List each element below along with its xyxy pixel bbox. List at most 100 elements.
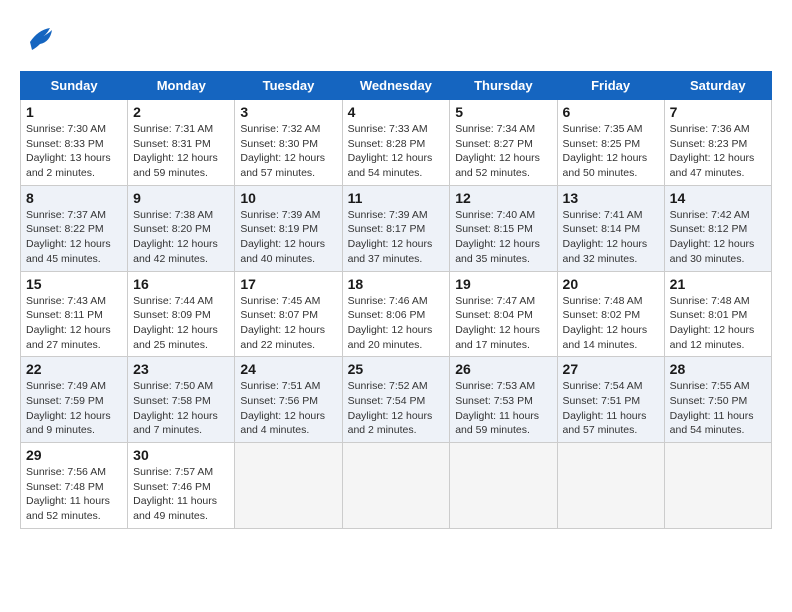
day-number: 17 [240, 276, 336, 292]
day-number: 22 [26, 361, 122, 377]
day-number: 5 [455, 104, 551, 120]
day-number: 12 [455, 190, 551, 206]
day-number: 11 [348, 190, 445, 206]
day-number: 25 [348, 361, 445, 377]
calendar-week-row: 29Sunrise: 7:56 AMSunset: 7:48 PMDayligh… [21, 443, 772, 529]
day-info: Sunrise: 7:46 AMSunset: 8:06 PMDaylight:… [348, 294, 445, 353]
day-info: Sunrise: 7:52 AMSunset: 7:54 PMDaylight:… [348, 379, 445, 438]
calendar-day-cell: 2 Sunrise: 7:31 AMSunset: 8:31 PMDaylight… [128, 100, 235, 186]
page-header [20, 20, 772, 61]
day-info: Sunrise: 7:31 AMSunset: 8:31 PMDaylight:… [133, 122, 229, 181]
day-info: Sunrise: 7:48 AMSunset: 8:01 PMDaylight:… [670, 294, 766, 353]
calendar-day-cell: 8 Sunrise: 7:37 AMSunset: 8:22 PMDaylight… [21, 185, 128, 271]
day-number: 15 [26, 276, 122, 292]
calendar-day-cell: 25 Sunrise: 7:52 AMSunset: 7:54 PMDayligh… [342, 357, 450, 443]
day-info: Sunrise: 7:53 AMSunset: 7:53 PMDaylight:… [455, 379, 551, 438]
day-number: 16 [133, 276, 229, 292]
day-info: Sunrise: 7:39 AMSunset: 8:17 PMDaylight:… [348, 208, 445, 267]
day-number: 23 [133, 361, 229, 377]
calendar-day-cell: 1 Sunrise: 7:30 AMSunset: 8:33 PMDaylight… [21, 100, 128, 186]
day-info: Sunrise: 7:57 AMSunset: 7:46 PMDaylight:… [133, 465, 229, 524]
day-number: 2 [133, 104, 229, 120]
calendar-day-cell [557, 443, 664, 529]
day-number: 14 [670, 190, 766, 206]
day-info: Sunrise: 7:30 AMSunset: 8:33 PMDaylight:… [26, 122, 122, 181]
calendar-day-cell: 17 Sunrise: 7:45 AMSunset: 8:07 PMDayligh… [235, 271, 342, 357]
day-number: 7 [670, 104, 766, 120]
calendar-day-cell: 13 Sunrise: 7:41 AMSunset: 8:14 PMDayligh… [557, 185, 664, 271]
calendar-day-cell: 24 Sunrise: 7:51 AMSunset: 7:56 PMDayligh… [235, 357, 342, 443]
day-info: Sunrise: 7:41 AMSunset: 8:14 PMDaylight:… [563, 208, 659, 267]
calendar-day-cell: 10 Sunrise: 7:39 AMSunset: 8:19 PMDayligh… [235, 185, 342, 271]
day-number: 18 [348, 276, 445, 292]
calendar-week-row: 22 Sunrise: 7:49 AMSunset: 7:59 PMDayligh… [21, 357, 772, 443]
calendar-header-row: Sunday Monday Tuesday Wednesday Thursday… [21, 72, 772, 100]
day-info: Sunrise: 7:47 AMSunset: 8:04 PMDaylight:… [455, 294, 551, 353]
calendar-day-cell: 23Sunrise: 7:50 AMSunset: 7:58 PMDayligh… [128, 357, 235, 443]
day-info: Sunrise: 7:49 AMSunset: 7:59 PMDaylight:… [26, 379, 122, 438]
day-number: 4 [348, 104, 445, 120]
day-number: 8 [26, 190, 122, 206]
day-info: Sunrise: 7:45 AMSunset: 8:07 PMDaylight:… [240, 294, 336, 353]
calendar-day-cell: 16 Sunrise: 7:44 AMSunset: 8:09 PMDayligh… [128, 271, 235, 357]
day-info: Sunrise: 7:39 AMSunset: 8:19 PMDaylight:… [240, 208, 336, 267]
calendar-day-cell: 26 Sunrise: 7:53 AMSunset: 7:53 PMDayligh… [450, 357, 557, 443]
calendar-day-cell: 9Sunrise: 7:38 AMSunset: 8:20 PMDaylight… [128, 185, 235, 271]
calendar-day-cell [664, 443, 771, 529]
day-number: 27 [563, 361, 659, 377]
day-number: 21 [670, 276, 766, 292]
calendar-day-cell: 14 Sunrise: 7:42 AMSunset: 8:12 PMDayligh… [664, 185, 771, 271]
calendar-day-cell [235, 443, 342, 529]
day-info: Sunrise: 7:51 AMSunset: 7:56 PMDaylight:… [240, 379, 336, 438]
calendar-day-cell: 5 Sunrise: 7:34 AMSunset: 8:27 PMDaylight… [450, 100, 557, 186]
day-info: Sunrise: 7:56 AMSunset: 7:48 PMDaylight:… [26, 465, 122, 524]
calendar-day-cell: 6Sunrise: 7:35 AMSunset: 8:25 PMDaylight… [557, 100, 664, 186]
day-number: 26 [455, 361, 551, 377]
calendar-day-cell: 28 Sunrise: 7:55 AMSunset: 7:50 PMDayligh… [664, 357, 771, 443]
header-monday: Monday [128, 72, 235, 100]
day-info: Sunrise: 7:40 AMSunset: 8:15 PMDaylight:… [455, 208, 551, 267]
calendar-day-cell: 12 Sunrise: 7:40 AMSunset: 8:15 PMDayligh… [450, 185, 557, 271]
calendar-day-cell: 18 Sunrise: 7:46 AMSunset: 8:06 PMDayligh… [342, 271, 450, 357]
day-number: 13 [563, 190, 659, 206]
calendar-day-cell: 19 Sunrise: 7:47 AMSunset: 8:04 PMDayligh… [450, 271, 557, 357]
day-info: Sunrise: 7:34 AMSunset: 8:27 PMDaylight:… [455, 122, 551, 181]
calendar-week-row: 1 Sunrise: 7:30 AMSunset: 8:33 PMDaylight… [21, 100, 772, 186]
header-saturday: Saturday [664, 72, 771, 100]
calendar-day-cell: 15 Sunrise: 7:43 AMSunset: 8:11 PMDayligh… [21, 271, 128, 357]
day-info: Sunrise: 7:36 AMSunset: 8:23 PMDaylight:… [670, 122, 766, 181]
header-thursday: Thursday [450, 72, 557, 100]
calendar-day-cell: 11 Sunrise: 7:39 AMSunset: 8:17 PMDayligh… [342, 185, 450, 271]
day-number: 28 [670, 361, 766, 377]
calendar-day-cell: 4 Sunrise: 7:33 AMSunset: 8:28 PMDaylight… [342, 100, 450, 186]
calendar-day-cell: 3Sunrise: 7:32 AMSunset: 8:30 PMDaylight… [235, 100, 342, 186]
day-number: 19 [455, 276, 551, 292]
calendar-week-row: 15 Sunrise: 7:43 AMSunset: 8:11 PMDayligh… [21, 271, 772, 357]
day-number: 6 [563, 104, 659, 120]
header-wednesday: Wednesday [342, 72, 450, 100]
day-number: 20 [563, 276, 659, 292]
day-number: 24 [240, 361, 336, 377]
day-number: 30 [133, 447, 229, 463]
day-info: Sunrise: 7:42 AMSunset: 8:12 PMDaylight:… [670, 208, 766, 267]
calendar-day-cell: 30 Sunrise: 7:57 AMSunset: 7:46 PMDayligh… [128, 443, 235, 529]
day-info: Sunrise: 7:43 AMSunset: 8:11 PMDaylight:… [26, 294, 122, 353]
day-info: Sunrise: 7:44 AMSunset: 8:09 PMDaylight:… [133, 294, 229, 353]
calendar-day-cell: 20 Sunrise: 7:48 AMSunset: 8:02 PMDayligh… [557, 271, 664, 357]
calendar-table: Sunday Monday Tuesday Wednesday Thursday… [20, 71, 772, 529]
day-info: Sunrise: 7:54 AMSunset: 7:51 PMDaylight:… [563, 379, 659, 438]
day-number: 10 [240, 190, 336, 206]
day-info: Sunrise: 7:37 AMSunset: 8:22 PMDaylight:… [26, 208, 122, 267]
calendar-day-cell: 21 Sunrise: 7:48 AMSunset: 8:01 PMDayligh… [664, 271, 771, 357]
calendar-day-cell: 22 Sunrise: 7:49 AMSunset: 7:59 PMDayligh… [21, 357, 128, 443]
day-info: Sunrise: 7:55 AMSunset: 7:50 PMDaylight:… [670, 379, 766, 438]
day-number: 1 [26, 104, 122, 120]
calendar-week-row: 8 Sunrise: 7:37 AMSunset: 8:22 PMDaylight… [21, 185, 772, 271]
header-sunday: Sunday [21, 72, 128, 100]
calendar-day-cell: 29Sunrise: 7:56 AMSunset: 7:48 PMDayligh… [21, 443, 128, 529]
logo-icon [20, 20, 56, 56]
day-info: Sunrise: 7:33 AMSunset: 8:28 PMDaylight:… [348, 122, 445, 181]
calendar-day-cell [342, 443, 450, 529]
day-info: Sunrise: 7:48 AMSunset: 8:02 PMDaylight:… [563, 294, 659, 353]
day-info: Sunrise: 7:32 AMSunset: 8:30 PMDaylight:… [240, 122, 336, 181]
